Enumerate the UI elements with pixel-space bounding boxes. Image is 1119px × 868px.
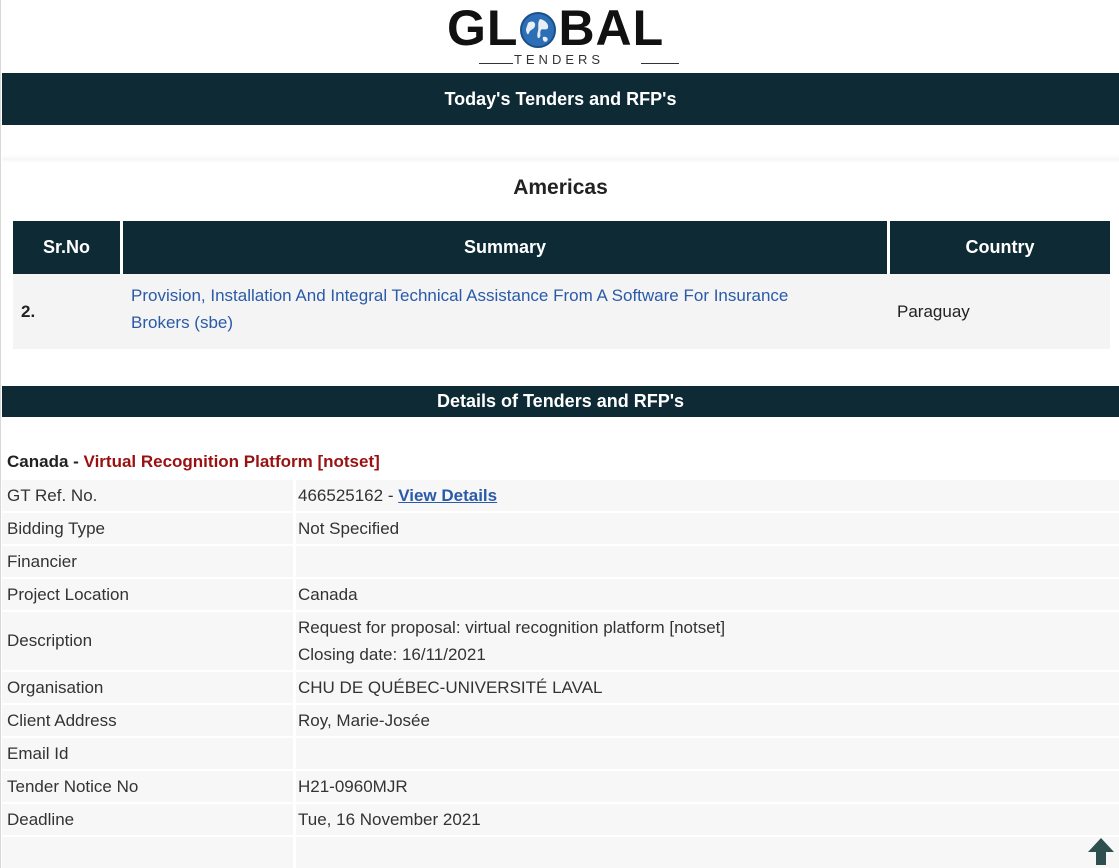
detail-label: Description xyxy=(7,631,93,650)
detail-row-empty xyxy=(2,837,1119,868)
gt-ref-separator: - xyxy=(383,486,399,505)
row-number: 2. xyxy=(21,302,36,321)
detail-row-email: Email Id xyxy=(2,738,1119,769)
logo-subtitle: TENDERS xyxy=(513,52,605,67)
detail-row-tender-notice: Tender Notice No H21-0960MJR xyxy=(2,771,1119,802)
detail-value: 466525162 - View Details xyxy=(298,480,497,511)
detail-label: Deadline xyxy=(7,810,75,829)
globe-icon xyxy=(519,6,557,48)
summary-line-2: Brokers (sbe) xyxy=(131,313,234,332)
detail-label: Project Location xyxy=(7,585,129,604)
detail-value: Request for proposal: virtual recognitio… xyxy=(298,614,725,668)
row-divider xyxy=(293,738,296,769)
table-row: 2. Provision, Installation And Integral … xyxy=(13,274,1110,349)
column-header-summary: Summary xyxy=(123,221,887,274)
detail-row-deadline: Deadline Tue, 16 November 2021 xyxy=(2,804,1119,835)
view-details-link[interactable]: View Details xyxy=(398,486,497,505)
column-header-country: Country xyxy=(890,221,1110,274)
row-divider xyxy=(293,579,296,610)
tender-title: Canada - Virtual Recognition Platform [n… xyxy=(7,450,380,474)
column-header-srno: Sr.No xyxy=(13,221,120,274)
summary-line-1: Provision, Installation And Integral Tec… xyxy=(131,286,789,305)
row-divider xyxy=(293,771,296,802)
row-country: Paraguay xyxy=(897,302,970,321)
details-header: Details of Tenders and RFP's xyxy=(2,386,1119,417)
detail-row-bidding-type: Bidding Type Not Specified xyxy=(2,513,1119,544)
detail-value: H21-0960MJR xyxy=(298,777,408,796)
title-separator: - xyxy=(68,452,84,471)
detail-label: Financier xyxy=(7,552,77,571)
detail-label: GT Ref. No. xyxy=(7,486,98,505)
detail-row-description: Description Request for proposal: virtua… xyxy=(2,612,1119,670)
todays-tenders-header: Today's Tenders and RFP's xyxy=(2,73,1119,125)
row-divider xyxy=(293,546,296,577)
tender-summary-link[interactable]: Provision, Installation And Integral Tec… xyxy=(131,282,871,336)
description-line-1: Request for proposal: virtual recognitio… xyxy=(298,618,726,637)
tender-project-name: Virtual Recognition Platform [notset] xyxy=(83,452,380,471)
row-divider xyxy=(293,612,296,670)
tender-country: Canada xyxy=(7,452,69,471)
detail-row-project-location: Project Location Canada xyxy=(2,579,1119,610)
logo-text-left: GL xyxy=(447,0,519,56)
detail-value: Tue, 16 November 2021 xyxy=(298,810,481,829)
gt-ref-number: 466525162 xyxy=(298,486,384,505)
detail-row-client-address: Client Address Roy, Marie-Josée xyxy=(2,705,1119,736)
row-divider xyxy=(293,837,296,868)
detail-row-gt-ref: GT Ref. No. 466525162 - View Details xyxy=(2,480,1119,511)
description-line-2: Closing date: 16/11/2021 xyxy=(298,645,486,664)
detail-label: Tender Notice No xyxy=(7,777,139,796)
logo-wordmark: GL BAL xyxy=(447,2,683,54)
detail-label: Client Address xyxy=(7,711,117,730)
detail-value: Roy, Marie-Josée xyxy=(298,711,430,730)
logo-rule-right xyxy=(641,63,679,64)
row-divider xyxy=(293,513,296,544)
region-title: Americas xyxy=(513,176,608,199)
detail-value: Not Specified xyxy=(298,519,400,538)
detail-row-financier: Financier xyxy=(2,546,1119,577)
row-divider xyxy=(293,804,296,835)
arrow-up-icon[interactable] xyxy=(1086,836,1116,866)
logo-text-right: BAL xyxy=(558,0,665,56)
detail-label: Organisation xyxy=(7,678,104,697)
detail-value: CHU DE QUÉBEC-UNIVERSITÉ LAVAL xyxy=(298,678,603,697)
page: GL BAL TENDERS Today's Tenders and RFP's… xyxy=(0,0,1119,868)
summary-table: Sr.No Summary Country 2. Provision, Inst… xyxy=(13,221,1110,349)
site-logo[interactable]: GL BAL TENDERS xyxy=(1,2,1119,72)
row-divider xyxy=(293,672,296,703)
detail-row-organisation: Organisation CHU DE QUÉBEC-UNIVERSITÉ LA… xyxy=(2,672,1119,703)
detail-value: Canada xyxy=(298,585,358,604)
detail-label: Bidding Type xyxy=(7,519,105,538)
detail-label: Email Id xyxy=(7,744,69,763)
region-divider xyxy=(2,155,1119,163)
row-divider xyxy=(293,480,296,511)
row-divider xyxy=(293,705,296,736)
